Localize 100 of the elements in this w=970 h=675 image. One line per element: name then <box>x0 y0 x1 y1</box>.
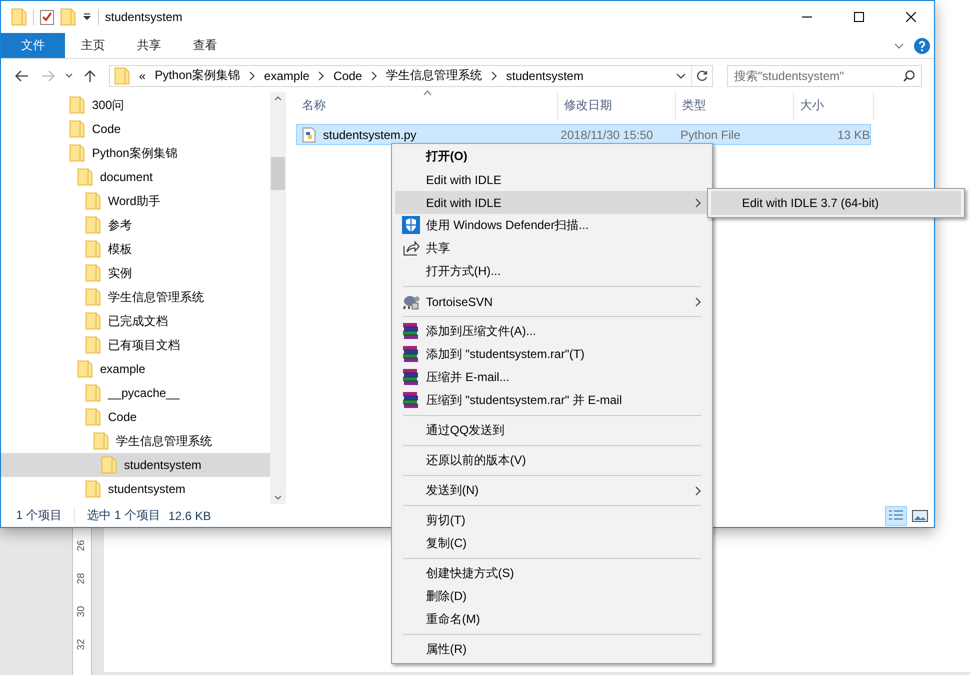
ribbon-tab[interactable]: 共享 <box>121 33 177 58</box>
folder-icon <box>85 480 101 498</box>
breadcrumb[interactable]: Code <box>333 68 362 82</box>
books-icon <box>402 345 420 363</box>
tree-item[interactable]: document <box>1 165 270 189</box>
menu-item[interactable]: 重命名(M) <box>395 608 709 631</box>
menu-item[interactable]: 创建快捷方式(S) <box>395 562 709 585</box>
menu-item[interactable]: 压缩到 "studentsystem.rar" 并 E-mail <box>395 389 709 412</box>
scrollbar-thumb[interactable] <box>271 156 285 190</box>
menu-item[interactable]: 使用 Windows Defender扫描... <box>395 214 709 237</box>
chevron-right-icon <box>491 70 498 80</box>
details-list-icon <box>888 508 904 522</box>
tree-item[interactable]: 模板 <box>1 237 270 261</box>
column-header[interactable]: 大小 <box>794 92 874 119</box>
maximize-icon <box>854 12 864 22</box>
scroll-down-icon[interactable] <box>274 495 282 500</box>
tree-item[interactable]: Word助手 <box>1 189 270 213</box>
chevron-right-icon <box>371 70 378 80</box>
menu-item[interactable]: 剪切(T) <box>395 509 709 532</box>
tree-item[interactable]: 300问 <box>1 93 270 117</box>
tree-item[interactable]: 已有项目文档 <box>1 333 270 357</box>
breadcrumb[interactable]: Python案例集锦 <box>154 67 240 84</box>
address-field[interactable]: « Python案例集锦 example Code 学生信息管理系统 studentsystem <box>109 64 713 86</box>
checklist-icon[interactable] <box>40 9 54 25</box>
breadcrumb[interactable]: example <box>264 68 310 82</box>
dropdown-icon[interactable] <box>82 12 92 22</box>
details-view-button[interactable] <box>885 506 907 526</box>
tree-item[interactable]: Code <box>1 117 270 141</box>
tree-item[interactable]: 学生信息管理系统 <box>1 285 270 309</box>
column-header[interactable]: 类型 <box>676 92 794 119</box>
books-icon <box>402 391 420 409</box>
ribbon-tab[interactable]: 查看 <box>177 33 233 58</box>
selection-size: 12.6 KB <box>168 508 212 522</box>
folder-icon <box>77 360 93 378</box>
chevron-down-icon[interactable] <box>676 72 686 78</box>
folder-icon <box>85 336 101 354</box>
tree-item[interactable]: 学生信息管理系统 <box>1 429 270 453</box>
folder-icon <box>85 408 101 426</box>
breadcrumb[interactable]: studentsystem <box>506 68 584 82</box>
image-icon <box>912 508 928 522</box>
sort-caret-icon <box>422 90 432 96</box>
folder-icon <box>114 66 130 84</box>
menu-item[interactable]: 共享 <box>395 237 709 260</box>
folder-icon <box>101 456 117 474</box>
books-icon <box>402 368 420 386</box>
menu-item[interactable]: 还原以前的版本(V) <box>395 449 709 472</box>
refresh-icon[interactable] <box>696 70 708 82</box>
chevron-right-icon <box>249 70 256 80</box>
tree-item[interactable]: Python案例集锦 <box>1 141 270 165</box>
file-date: 2018/11/30 15:50 <box>560 128 654 142</box>
search-box[interactable]: 搜索"studentsystem" <box>727 64 922 86</box>
folder-icon <box>93 432 109 450</box>
menu-item[interactable]: TortoiseSVN <box>395 290 709 313</box>
tree-item[interactable]: 实例 <box>1 261 270 285</box>
menu-item[interactable]: Edit with IDLE <box>395 191 709 214</box>
chevron-right-icon <box>318 70 324 80</box>
tree-item[interactable]: 参考 <box>1 213 270 237</box>
tree-item[interactable]: 已完成文档 <box>1 309 270 333</box>
ruler-number: 30 <box>76 606 88 618</box>
file-row[interactable]: studentsystem.py 2018/11/30 15:50 Python File 13 KB <box>296 124 871 145</box>
tree-item[interactable]: __pycache__ <box>1 381 270 405</box>
tree-item[interactable]: Code <box>1 405 270 429</box>
menu-item[interactable]: 打开方式(H)... <box>395 260 709 283</box>
menu-item[interactable]: 通过QQ发送到 <box>395 419 709 442</box>
new-folder-icon <box>60 8 76 26</box>
ruler-number: 28 <box>76 572 88 584</box>
menu-item[interactable]: 发送到(N) <box>395 479 709 502</box>
up-arrow-icon <box>84 68 96 82</box>
window-title: studentsystem <box>105 10 184 24</box>
folder-icon <box>85 240 101 258</box>
tree-item[interactable]: studentsystem <box>1 453 270 477</box>
ribbon-tab[interactable]: 主页 <box>65 33 121 58</box>
ruler-number: 32 <box>76 638 88 650</box>
tree-item[interactable]: example <box>1 357 270 381</box>
menu-item[interactable]: 压缩并 E-mail... <box>395 366 709 389</box>
menu-item[interactable]: Edit with IDLE 3.7 (64-bit) <box>711 191 961 215</box>
menu-item[interactable]: 打开(O) <box>395 145 709 168</box>
folder-icon <box>11 8 27 26</box>
overflow-chevrons[interactable]: « <box>139 68 146 82</box>
menu-item[interactable]: 删除(D) <box>395 585 709 608</box>
column-header[interactable]: 名称 <box>296 92 558 119</box>
menu-item[interactable]: 添加到 "studentsystem.rar"(T) <box>395 343 709 366</box>
menu-item[interactable]: 添加到压缩文件(A)... <box>395 320 709 343</box>
menu-item[interactable]: 复制(C) <box>395 532 709 555</box>
menu-item[interactable]: Edit with IDLE <box>395 168 709 191</box>
chevron-down-icon <box>65 73 73 78</box>
folder-icon <box>69 120 85 138</box>
folder-icon <box>85 216 101 234</box>
tree-item[interactable]: studentsystem <box>1 477 270 501</box>
folder-icon <box>85 192 101 210</box>
python-file-icon <box>301 126 317 142</box>
menu-item[interactable]: 属性(R) <box>395 638 709 661</box>
folder-icon <box>85 288 101 306</box>
search-icon[interactable] <box>903 70 915 82</box>
folder-icon <box>85 384 101 402</box>
column-header[interactable]: 修改日期 <box>558 92 676 119</box>
breadcrumb[interactable]: 学生信息管理系统 <box>386 67 482 84</box>
help-icon[interactable] <box>914 38 930 54</box>
share-icon <box>402 239 420 257</box>
scroll-up-icon[interactable] <box>274 96 282 101</box>
